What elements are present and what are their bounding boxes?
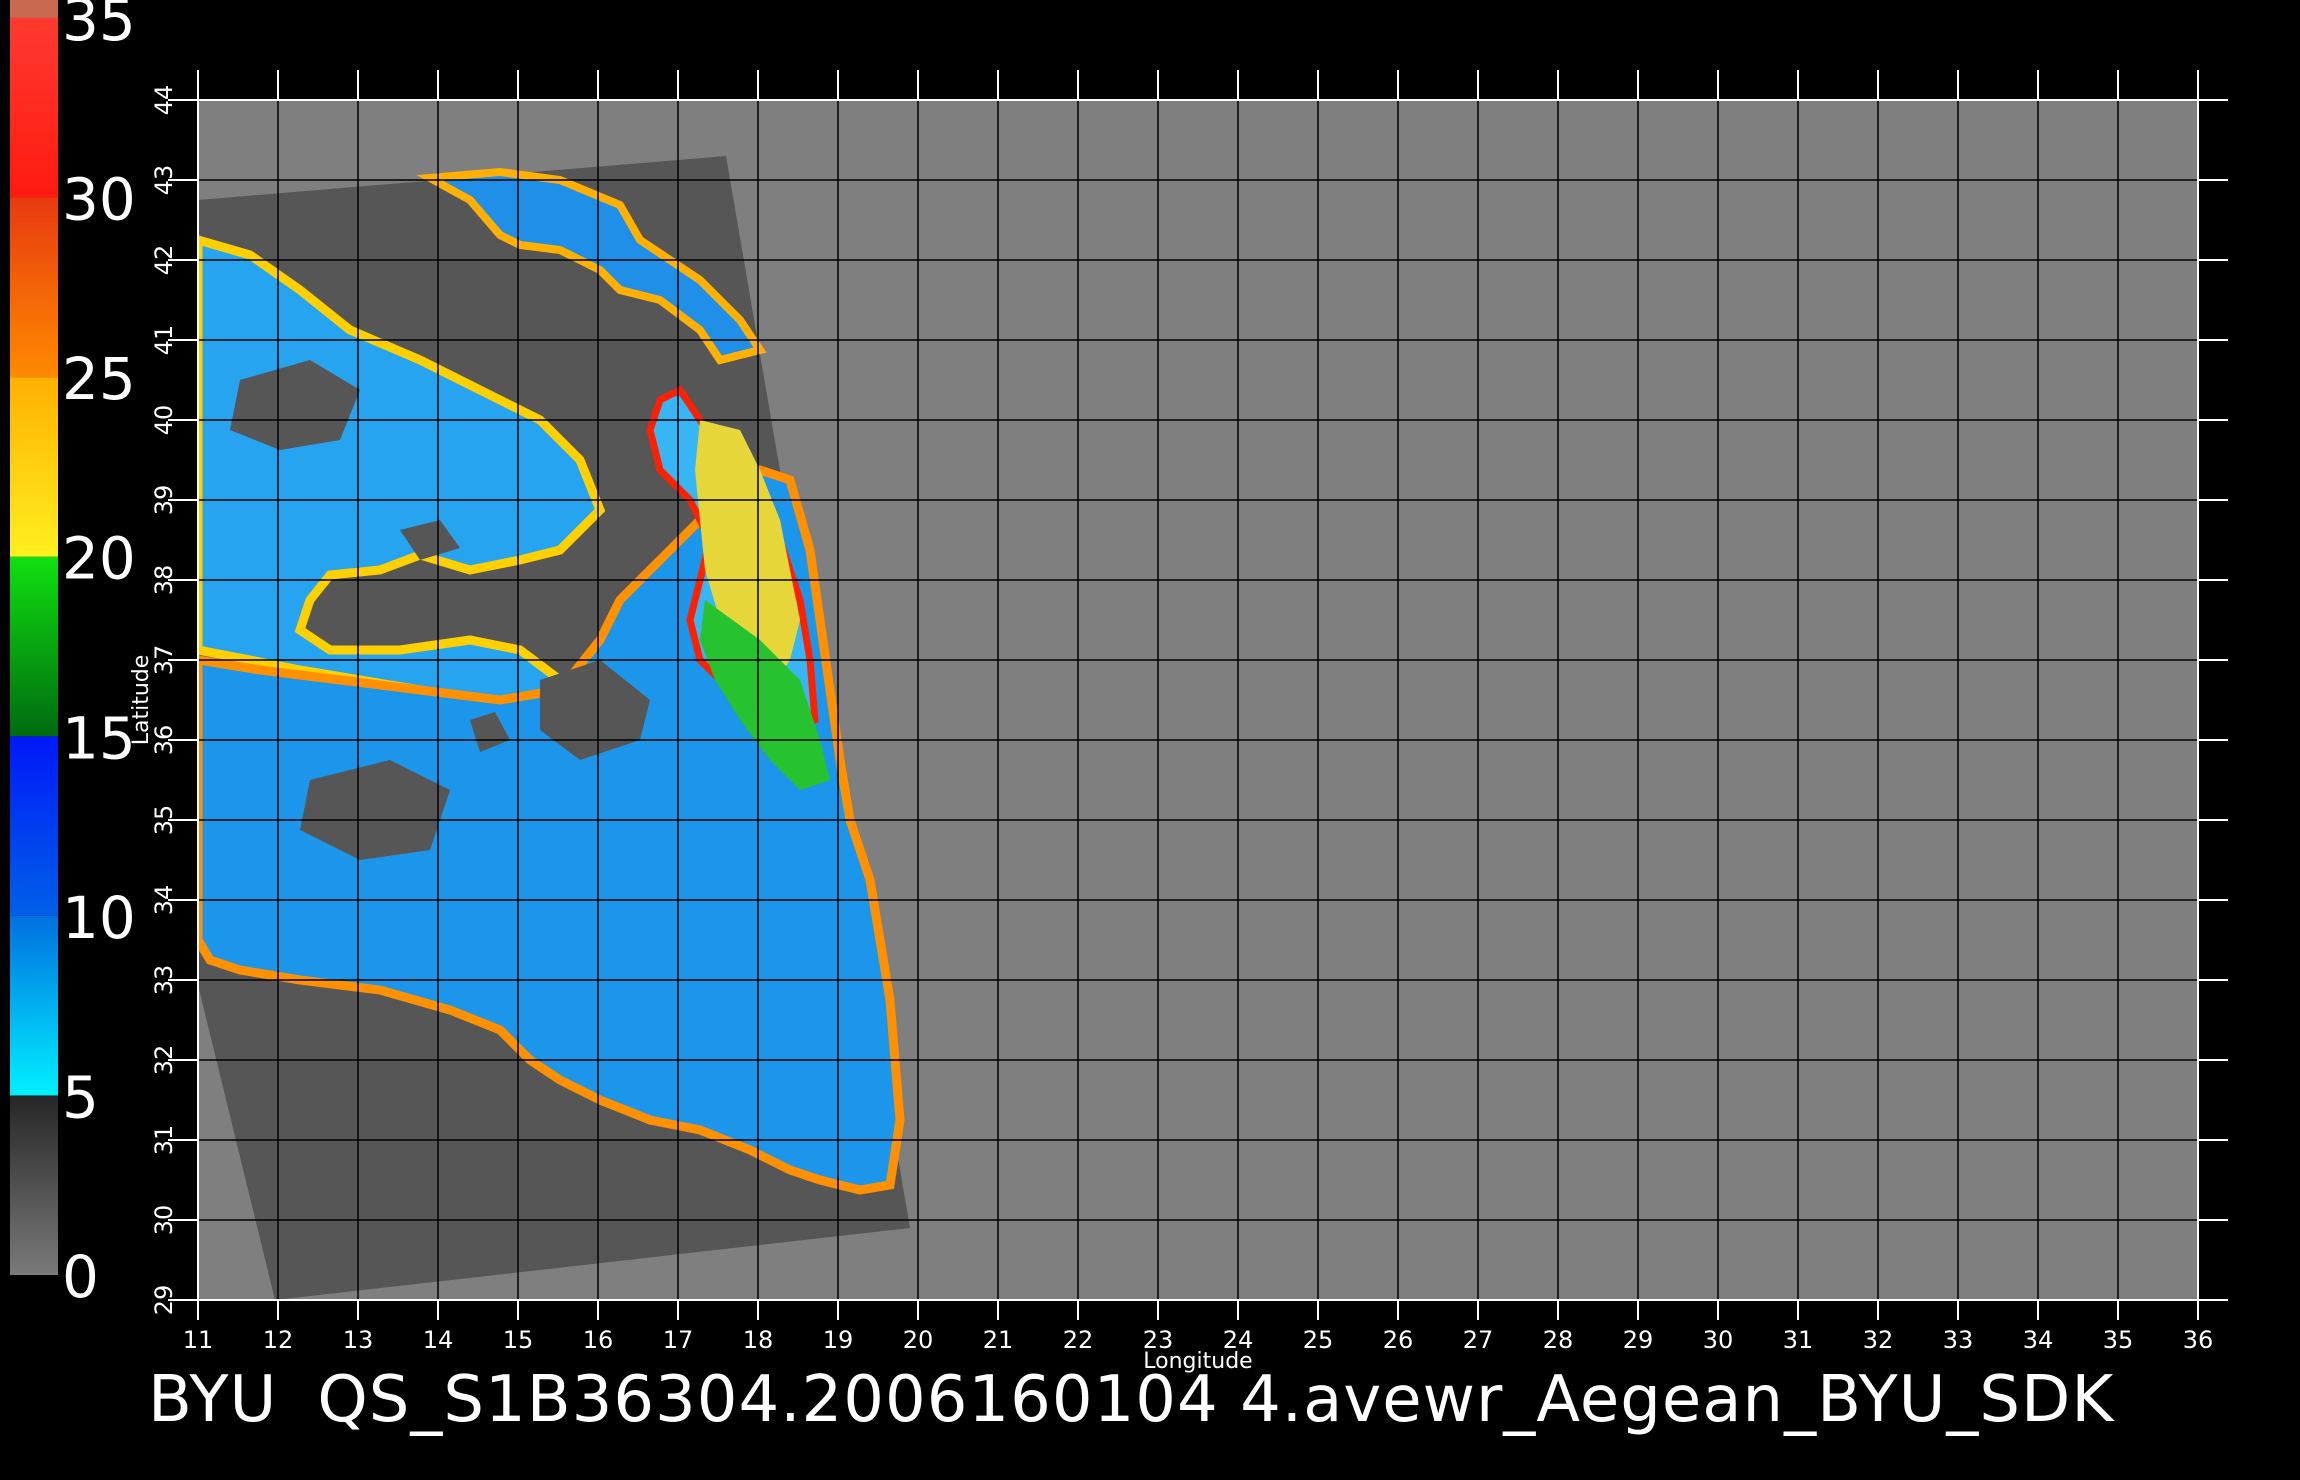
x-tick-label: 29 xyxy=(1623,1326,1654,1354)
color-scale-segment xyxy=(10,197,58,378)
y-tick-label: 42 xyxy=(150,245,178,276)
y-tick-label: 31 xyxy=(150,1125,178,1156)
color-scale-tick-label: 35 xyxy=(62,0,136,54)
x-tick-label: 36 xyxy=(2183,1326,2214,1354)
y-tick-labels: 29 30 31 32 33 34 35 36 37 38 39 40 41 42 43 44 xyxy=(150,85,178,1316)
wind-speed-map: 0 5 10 15 20 25 30 35 11 12 13 14 15 16 17 18 1… xyxy=(10,0,2228,1374)
x-tick-label: 21 xyxy=(983,1326,1014,1354)
y-tick-label: 39 xyxy=(150,485,178,516)
color-scale-tick-label: 15 xyxy=(62,704,136,772)
color-scale-tick-label: 10 xyxy=(62,884,136,952)
y-tick-label: 38 xyxy=(150,565,178,596)
color-scale-segment xyxy=(10,736,58,916)
color-scale-tick-label: 5 xyxy=(62,1063,99,1131)
y-tick-label: 44 xyxy=(150,85,178,116)
x-tick-label: 27 xyxy=(1463,1326,1494,1354)
y-axis-label: Latitude xyxy=(129,655,154,746)
color-scale-segment xyxy=(10,0,58,18)
y-tick-label: 40 xyxy=(150,405,178,436)
x-tick-label: 28 xyxy=(1543,1326,1574,1354)
x-tick-label: 31 xyxy=(1783,1326,1814,1354)
y-tick-label: 36 xyxy=(150,725,178,756)
map-area xyxy=(198,100,2198,1300)
x-tick-label: 19 xyxy=(823,1326,854,1354)
x-tick-label: 14 xyxy=(423,1326,454,1354)
x-tick-label: 16 xyxy=(583,1326,614,1354)
caption-source: BYU xyxy=(148,1363,278,1437)
y-tick-label: 30 xyxy=(150,1205,178,1236)
x-tick-label: 25 xyxy=(1303,1326,1334,1354)
image-caption: BYU QS_S1B36304.2006160104 4.avewr_Aegean… xyxy=(148,1368,2154,1432)
x-tick-label: 20 xyxy=(903,1326,934,1354)
caption-filename: QS_S1B36304.2006160104 4.avewr_Aegean_BY… xyxy=(317,1363,2115,1437)
y-tick-label: 33 xyxy=(150,965,178,996)
color-scale-segment xyxy=(10,377,58,557)
y-tick-label: 37 xyxy=(150,645,178,676)
x-tick-label: 22 xyxy=(1063,1326,1094,1354)
color-scale-segment xyxy=(10,17,58,198)
color-scale-segment xyxy=(10,915,58,1096)
color-scale-tick-label: 25 xyxy=(62,345,136,413)
x-tick-label: 11 xyxy=(183,1326,214,1354)
x-tick-label: 33 xyxy=(1943,1326,1974,1354)
y-tick-label: 35 xyxy=(150,805,178,836)
x-tick-label: 32 xyxy=(1863,1326,1894,1354)
color-scale-tick-label: 0 xyxy=(62,1243,99,1311)
color-scale-tick-label: 30 xyxy=(62,166,136,234)
x-tick-label: 18 xyxy=(743,1326,774,1354)
x-tick-label: 15 xyxy=(503,1326,534,1354)
x-tick-label: 34 xyxy=(2023,1326,2054,1354)
color-scale-segment xyxy=(10,1095,58,1275)
y-tick-label: 43 xyxy=(150,165,178,196)
x-tick-label: 30 xyxy=(1703,1326,1734,1354)
x-tick-label: 26 xyxy=(1383,1326,1414,1354)
y-tick-label: 32 xyxy=(150,1045,178,1076)
color-scale-bar xyxy=(10,0,58,1275)
y-tick-label: 34 xyxy=(150,885,178,916)
color-scale-tick-label: 20 xyxy=(62,525,136,593)
x-tick-label: 12 xyxy=(263,1326,294,1354)
x-tick-label: 13 xyxy=(343,1326,374,1354)
y-tick-label: 41 xyxy=(150,325,178,356)
x-tick-label: 35 xyxy=(2103,1326,2134,1354)
y-tick-label: 29 xyxy=(150,1285,178,1316)
x-tick-label: 17 xyxy=(663,1326,694,1354)
color-scale-labels: 0 5 10 15 20 25 30 35 xyxy=(62,0,136,1311)
color-scale-segment xyxy=(10,556,58,737)
